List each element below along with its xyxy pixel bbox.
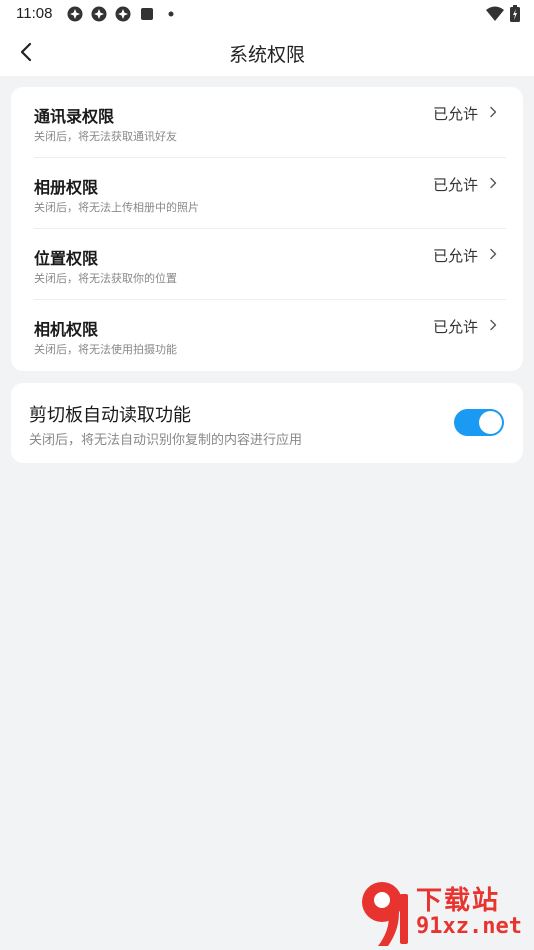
permission-row-camera[interactable]: 相机权限 关闭后，将无法使用拍摄功能 已允许 [28,300,506,371]
battery-charging-icon [510,5,520,26]
permission-status: 已允许 [432,105,478,123]
status-bar: 11:08 [0,0,534,28]
square-notification-icon [138,5,156,23]
permission-desc: 关闭后，将无法使用拍摄功能 [34,343,177,356]
chevron-right-icon [490,177,497,189]
status-notification-icons [66,5,180,23]
wifi-icon [486,6,504,26]
watermark-text: 下载站 [416,886,501,916]
permissions-card: 通讯录权限 关闭后，将无法获取通讯好友 已允许 相册权限 关闭后，将无法上传相册… [11,87,523,371]
permission-status: 已允许 [432,176,478,194]
permission-row-location[interactable]: 位置权限 关闭后，将无法获取你的位置 已允许 [28,229,506,300]
clipboard-card: 剪切板自动读取功能 关闭后，将无法自动识别你复制的内容进行应用 [11,383,523,463]
permission-row-contacts[interactable]: 通讯录权限 关闭后，将无法获取通讯好友 已允许 [28,87,506,158]
permission-desc: 关闭后，将无法获取你的位置 [34,272,177,285]
permission-title: 相册权限 [34,178,99,197]
permission-title: 位置权限 [34,249,99,268]
toggle-knob [479,411,502,434]
permission-title: 通讯录权限 [34,107,115,126]
permission-title: 相机权限 [34,320,99,339]
chevron-right-icon [490,248,497,260]
permission-status: 已允许 [432,318,478,336]
app-notification-icon [90,5,108,23]
watermark-domain: 91xz.net [416,914,522,939]
page-title: 系统权限 [228,44,305,66]
clipboard-desc: 关闭后，将无法自动识别你复制的内容进行应用 [29,433,303,448]
clipboard-toggle[interactable] [454,409,504,436]
watermark-logo-icon [362,882,408,946]
status-time: 11:08 [16,5,53,22]
permission-status: 已允许 [432,247,478,265]
nav-bar: 系统权限 [0,28,534,76]
permission-desc: 关闭后，将无法获取通讯好友 [34,130,177,143]
status-system-icons [486,5,520,26]
chevron-right-icon [490,106,497,118]
clipboard-title: 剪切板自动读取功能 [29,405,191,426]
app-notification-icon [114,5,132,23]
dot-icon [162,5,180,23]
permission-desc: 关闭后，将无法上传相册中的照片 [34,201,199,214]
watermark: 下载站 91xz.net [358,878,530,950]
permission-row-album[interactable]: 相册权限 关闭后，将无法上传相册中的照片 已允许 [28,158,506,229]
app-notification-icon [66,5,84,23]
chevron-right-icon [490,319,497,331]
